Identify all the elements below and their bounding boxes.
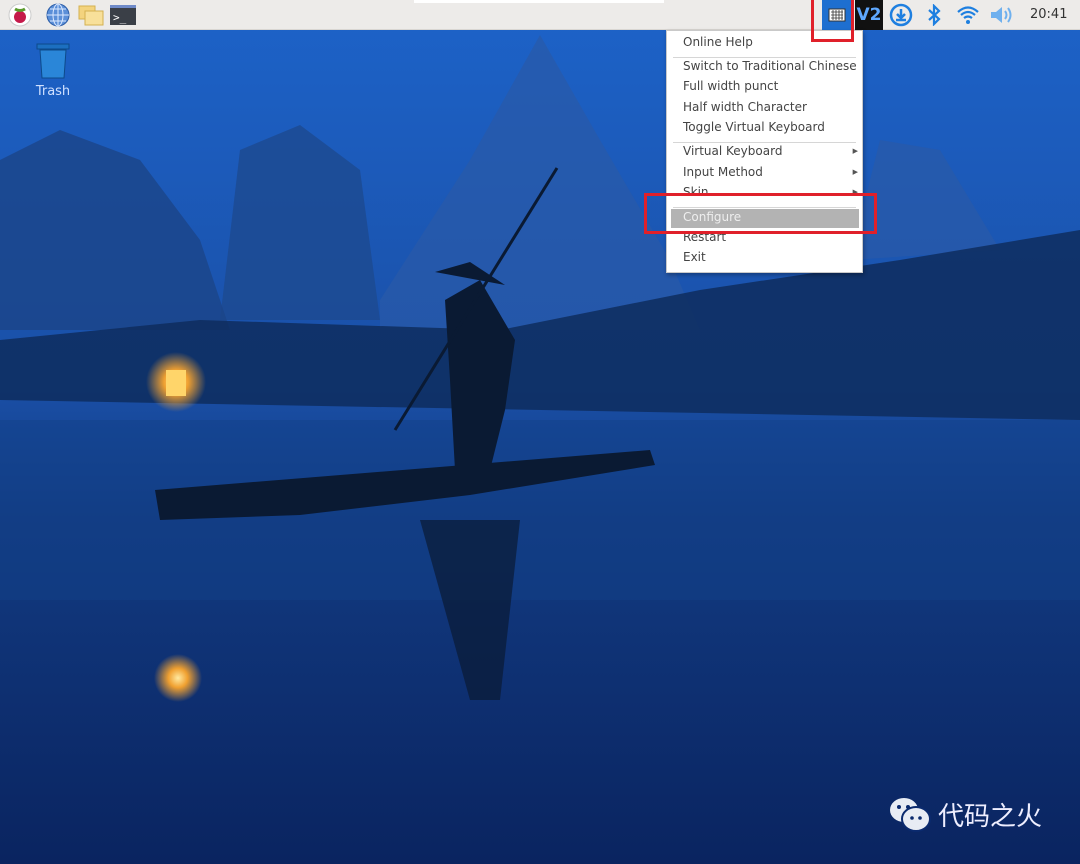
input-method-context-menu: Online Help Switch to Traditional Chines… — [666, 30, 863, 273]
watermark-text: 代码之火 — [938, 801, 1043, 832]
menu-item-switch-traditional-chinese[interactable]: Switch to Traditional Chinese — [683, 56, 857, 76]
menu-item-online-help[interactable]: Online Help — [683, 32, 753, 52]
vnc-icon[interactable]: V2 — [855, 0, 883, 30]
submenu-arrow-icon: ▶ — [852, 168, 858, 176]
bluetooth-icon[interactable] — [921, 3, 947, 27]
trash-desktop-icon[interactable]: Trash — [28, 42, 78, 99]
taskbar: >_ V2 20:41 — [0, 0, 1080, 30]
annotation-box-tray-icon — [811, 0, 854, 42]
annotation-box-configure — [644, 193, 877, 234]
volume-icon[interactable] — [989, 3, 1015, 27]
trash-label: Trash — [35, 84, 71, 99]
file-manager-icon[interactable] — [78, 3, 104, 27]
menu-item-input-method[interactable]: Input Method — [683, 162, 763, 182]
clock[interactable]: 20:41 — [1030, 7, 1067, 22]
web-browser-icon[interactable] — [45, 3, 71, 27]
taskbar-window-area — [414, 0, 664, 3]
terminal-icon[interactable]: >_ — [110, 3, 136, 27]
wifi-icon[interactable] — [955, 3, 981, 27]
raspberry-menu-icon[interactable] — [7, 3, 33, 27]
svg-text:>_: >_ — [113, 11, 127, 24]
menu-item-exit[interactable]: Exit — [683, 247, 706, 267]
desktop-wallpaper — [0, 0, 1080, 864]
download-updates-icon[interactable] — [888, 3, 914, 27]
watermark: 代码之火 — [888, 795, 1042, 833]
trash-icon — [36, 43, 70, 79]
menu-item-half-width-character[interactable]: Half width Character — [683, 97, 807, 117]
submenu-arrow-icon: ▶ — [852, 147, 858, 155]
wechat-icon — [890, 798, 931, 832]
menu-item-full-width-punct[interactable]: Full width punct — [683, 76, 778, 96]
menu-item-virtual-keyboard[interactable]: Virtual Keyboard — [683, 141, 858, 161]
menu-item-toggle-virtual-keyboard[interactable]: Toggle Virtual Keyboard — [683, 117, 825, 137]
